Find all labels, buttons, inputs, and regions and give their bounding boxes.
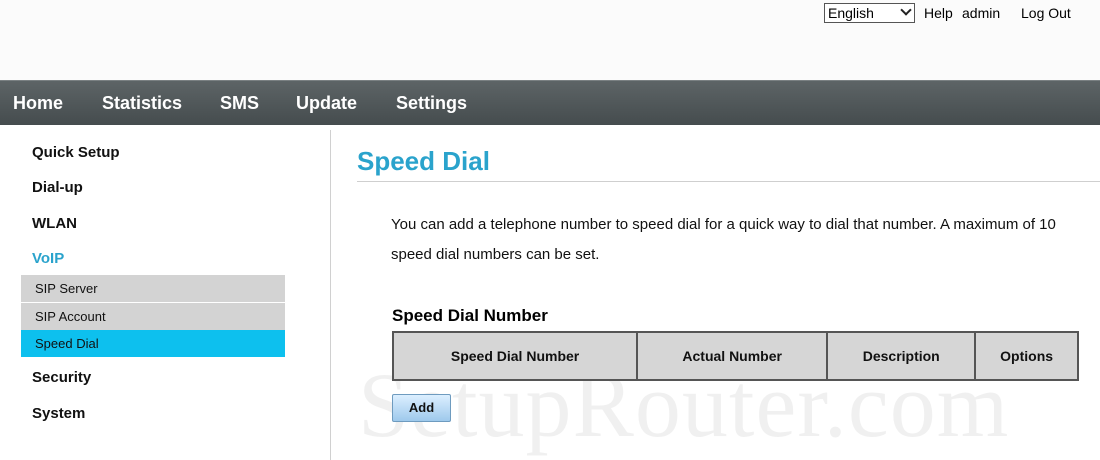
nav-sms[interactable]: SMS [220, 93, 259, 114]
page-description: You can add a telephone number to speed … [391, 216, 1056, 263]
sidebar-divider [330, 130, 331, 460]
sidebar: Quick Setup Dial-up WLAN VoIP SIP Server… [0, 125, 330, 460]
logout-link[interactable]: Log Out [1021, 5, 1071, 21]
speed-dial-table: Speed Dial Number Actual Number Descript… [391, 331, 1079, 381]
section-title: Speed Dial Number [392, 306, 548, 325]
sidebar-item-security[interactable]: Security [32, 369, 91, 386]
sidebar-item-quick-setup[interactable]: Quick Setup [32, 144, 120, 161]
nav-settings[interactable]: Settings [396, 93, 467, 114]
column-header-actual-number: Actual Number [636, 331, 829, 381]
sidebar-item-dialup[interactable]: Dial-up [32, 179, 83, 196]
title-divider [357, 181, 1100, 182]
sidebar-subitem-sip-account[interactable]: SIP Account [21, 303, 285, 330]
chevron-down-icon [900, 4, 912, 16]
top-bar: English Help admin Log Out [0, 0, 1100, 80]
help-link[interactable]: Help [924, 5, 953, 21]
page-title: Speed Dial [357, 146, 490, 176]
nav-statistics[interactable]: Statistics [102, 93, 182, 114]
sidebar-item-system[interactable]: System [32, 405, 85, 422]
column-header-options: Options [974, 331, 1079, 381]
user-link[interactable]: admin [962, 5, 1000, 21]
nav-update[interactable]: Update [296, 93, 357, 114]
main-nav: Home Statistics SMS Update Settings [0, 80, 1100, 125]
language-select[interactable]: English [824, 3, 915, 23]
sidebar-item-voip[interactable]: VoIP [32, 250, 64, 267]
table-header-row: Speed Dial Number Actual Number Descript… [391, 331, 1079, 381]
sidebar-subitem-speed-dial[interactable]: Speed Dial [21, 330, 285, 357]
sidebar-subitem-sip-server[interactable]: SIP Server [21, 275, 285, 302]
nav-home[interactable]: Home [13, 93, 63, 114]
add-button[interactable]: Add [392, 394, 451, 422]
language-value: English [828, 5, 874, 21]
column-header-description: Description [826, 331, 977, 381]
column-header-speed-dial-number: Speed Dial Number [391, 331, 639, 381]
sidebar-item-wlan[interactable]: WLAN [32, 215, 77, 232]
